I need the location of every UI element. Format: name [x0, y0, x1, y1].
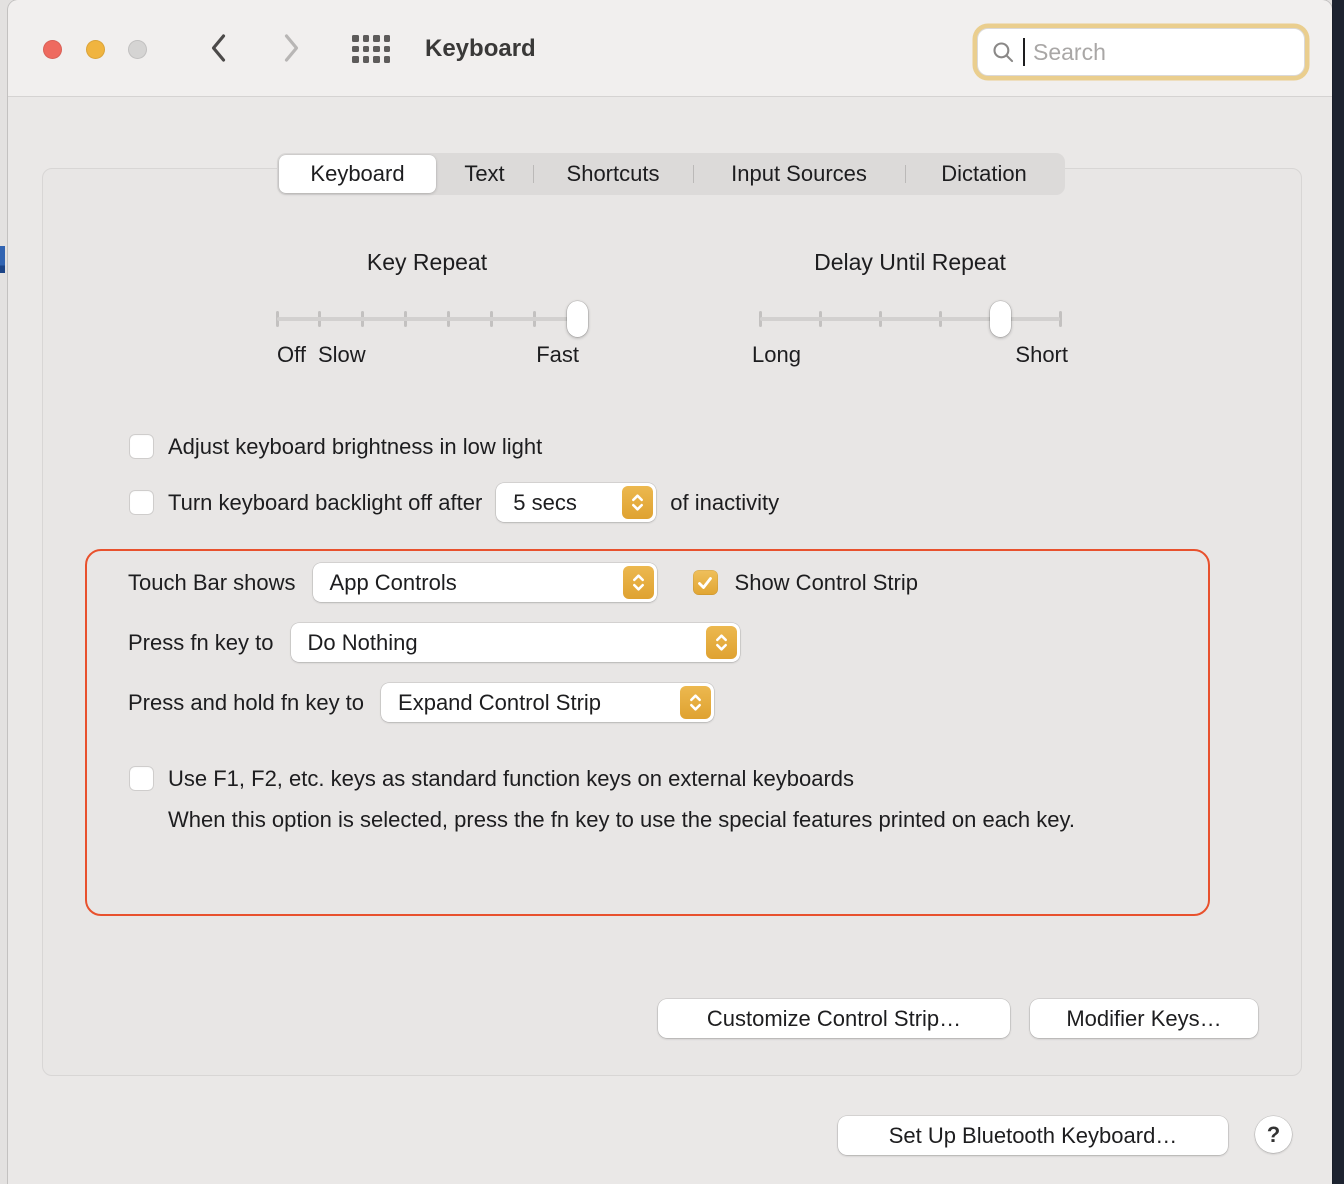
delay-label-long: Long [752, 342, 801, 367]
customize-control-strip-button[interactable]: Customize Control Strip… [658, 999, 1010, 1038]
tab-dictation[interactable]: Dictation [905, 155, 1063, 193]
key-repeat-slider-knob[interactable] [566, 301, 588, 337]
backlight-off-checkbox[interactable] [129, 490, 154, 515]
help-button[interactable]: ? [1255, 1116, 1292, 1153]
page-title: Keyboard [425, 35, 536, 62]
fn-key-label: Press fn key to [128, 629, 274, 655]
zoom-button-disabled [128, 40, 147, 59]
tab-shortcuts[interactable]: Shortcuts [533, 155, 693, 193]
fn-key-value: Do Nothing [307, 629, 418, 655]
hold-fn-key-value: Expand Control Strip [398, 689, 602, 715]
desktop-dark-strip [1332, 0, 1344, 1184]
hold-fn-key-label: Press and hold fn key to [128, 689, 365, 715]
delay-slider[interactable]: Long Short [752, 301, 1068, 371]
backlight-off-label: Turn keyboard backlight off after [168, 489, 483, 515]
hold-fn-key-row: Press and hold fn key to Expand Control … [128, 683, 715, 722]
key-repeat-title: Key Repeat [366, 249, 488, 275]
text-cursor [1023, 38, 1025, 66]
stepper-arrows-icon [622, 566, 654, 599]
f-keys-checkbox[interactable] [129, 766, 154, 791]
backlight-duration-select[interactable]: 5 secs [496, 483, 657, 522]
show-control-strip-checkbox[interactable] [692, 570, 718, 595]
forward-button[interactable] [274, 30, 308, 68]
search-input[interactable]: Search [977, 28, 1305, 76]
backlight-off-row: Turn keyboard backlight off after 5 secs… [129, 483, 779, 522]
key-repeat-label-slow: Slow [318, 342, 366, 367]
tab-text[interactable]: Text [436, 155, 533, 193]
delay-track[interactable] [760, 317, 1060, 321]
adjust-brightness-checkbox[interactable] [129, 434, 154, 459]
close-button[interactable] [43, 40, 62, 59]
touch-bar-shows-row: Touch Bar shows App Controls Show Contro… [128, 563, 918, 602]
titlebar: Keyboard Search [8, 0, 1332, 97]
stepper-arrows-icon [622, 486, 654, 519]
f-keys-description: When this option is selected, press the … [168, 807, 1075, 832]
setup-bluetooth-keyboard-button[interactable]: Set Up Bluetooth Keyboard… [838, 1116, 1228, 1155]
modifier-keys-button[interactable]: Modifier Keys… [1030, 999, 1258, 1038]
adjust-brightness-label: Adjust keyboard brightness in low light [168, 433, 543, 459]
key-repeat-label-fast: Fast [536, 342, 579, 367]
stepper-arrows-icon [680, 686, 712, 719]
delay-label-short: Short [1015, 342, 1068, 367]
checkmark-icon [698, 576, 712, 589]
background-window-sliver [0, 246, 5, 273]
tab-input-sources[interactable]: Input Sources [693, 155, 905, 193]
fn-key-select[interactable]: Do Nothing [290, 623, 740, 662]
backlight-duration-value: 5 secs [513, 489, 577, 515]
touch-bar-shows-value: App Controls [329, 569, 457, 595]
delay-slider-knob[interactable] [989, 301, 1011, 337]
f-keys-label: Use F1, F2, etc. keys as standard functi… [168, 765, 855, 791]
minimize-button[interactable] [86, 40, 105, 59]
adjust-brightness-row: Adjust keyboard brightness in low light [129, 427, 542, 466]
tab-bar: Keyboard Text Shortcuts Input Sources Di… [277, 153, 1065, 195]
touch-bar-shows-label: Touch Bar shows [128, 569, 296, 595]
touch-bar-highlight-box [85, 549, 1210, 916]
f-keys-row: Use F1, F2, etc. keys as standard functi… [129, 759, 854, 798]
chevron-right-icon [282, 33, 301, 66]
key-repeat-label-off: Off [277, 342, 306, 367]
key-repeat-slider[interactable]: Off Slow Fast [275, 301, 588, 371]
show-all-preferences-grid-icon[interactable] [352, 35, 392, 65]
search-placeholder: Search [1033, 38, 1106, 65]
keyboard-preferences-window: Keyboard Search Keyboard Text Shortcuts … [8, 0, 1332, 1184]
search-icon [992, 41, 1015, 64]
backlight-off-suffix: of inactivity [670, 489, 780, 515]
delay-title: Delay Until Repeat [814, 249, 1006, 275]
tab-keyboard[interactable]: Keyboard [279, 155, 436, 193]
key-repeat-track[interactable] [277, 317, 577, 321]
show-control-strip-label: Show Control Strip [734, 569, 918, 595]
stepper-arrows-icon [705, 626, 737, 659]
hold-fn-key-select[interactable]: Expand Control Strip [381, 683, 715, 722]
fn-key-row: Press fn key to Do Nothing [128, 623, 740, 662]
chevron-left-icon [209, 33, 228, 66]
touch-bar-shows-select[interactable]: App Controls [312, 563, 657, 602]
back-button[interactable] [201, 30, 235, 68]
